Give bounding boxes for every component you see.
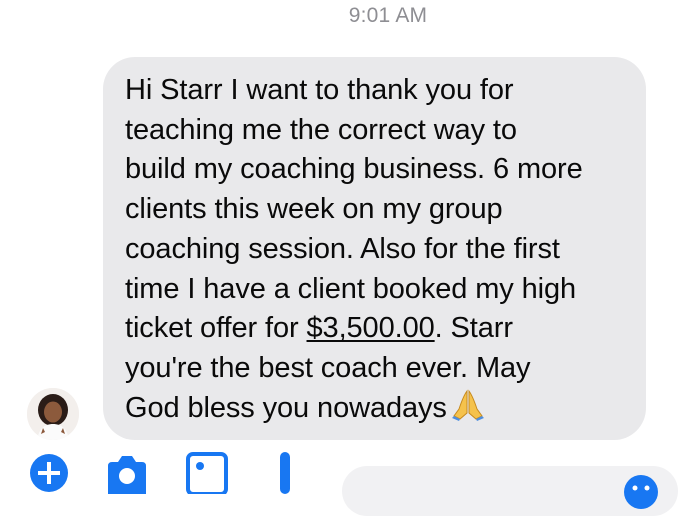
message-line: God bless you nowadays: [125, 389, 624, 433]
message-line: coaching session. Also for the first: [125, 232, 560, 265]
camera-icon[interactable]: [104, 452, 150, 499]
avatar[interactable]: [27, 388, 79, 440]
message-line: Hi Starr I want to thank you for: [125, 74, 514, 106]
message-input[interactable]: [360, 466, 610, 506]
message-line: ticket offer for $3,500.00. Starr: [125, 309, 624, 349]
message-text: . Starr: [434, 312, 513, 345]
folded-hands-emoji: [451, 389, 485, 433]
message-timestamp: 9:01 AM: [348, 4, 428, 27]
emoji-icon[interactable]: [623, 474, 659, 515]
message-line: build my coaching business. 6 more: [125, 153, 583, 186]
message-line: you're the best coach ever. May: [125, 351, 531, 384]
price-link[interactable]: $3,500.00: [307, 312, 435, 344]
message-text: God bless you nowadays: [125, 391, 447, 424]
message-text: ticket offer for: [125, 312, 307, 345]
add-icon[interactable]: [28, 452, 70, 499]
message-line: clients this week on my group: [125, 193, 503, 226]
microphone-icon[interactable]: [272, 452, 298, 499]
message-line: teaching me the correct way to: [125, 113, 517, 146]
incoming-message-bubble[interactable]: Hi Starr I want to thank you for teachin…: [103, 57, 646, 440]
photo-icon[interactable]: [186, 452, 228, 499]
message-line: time I have a client booked my high: [125, 272, 577, 305]
